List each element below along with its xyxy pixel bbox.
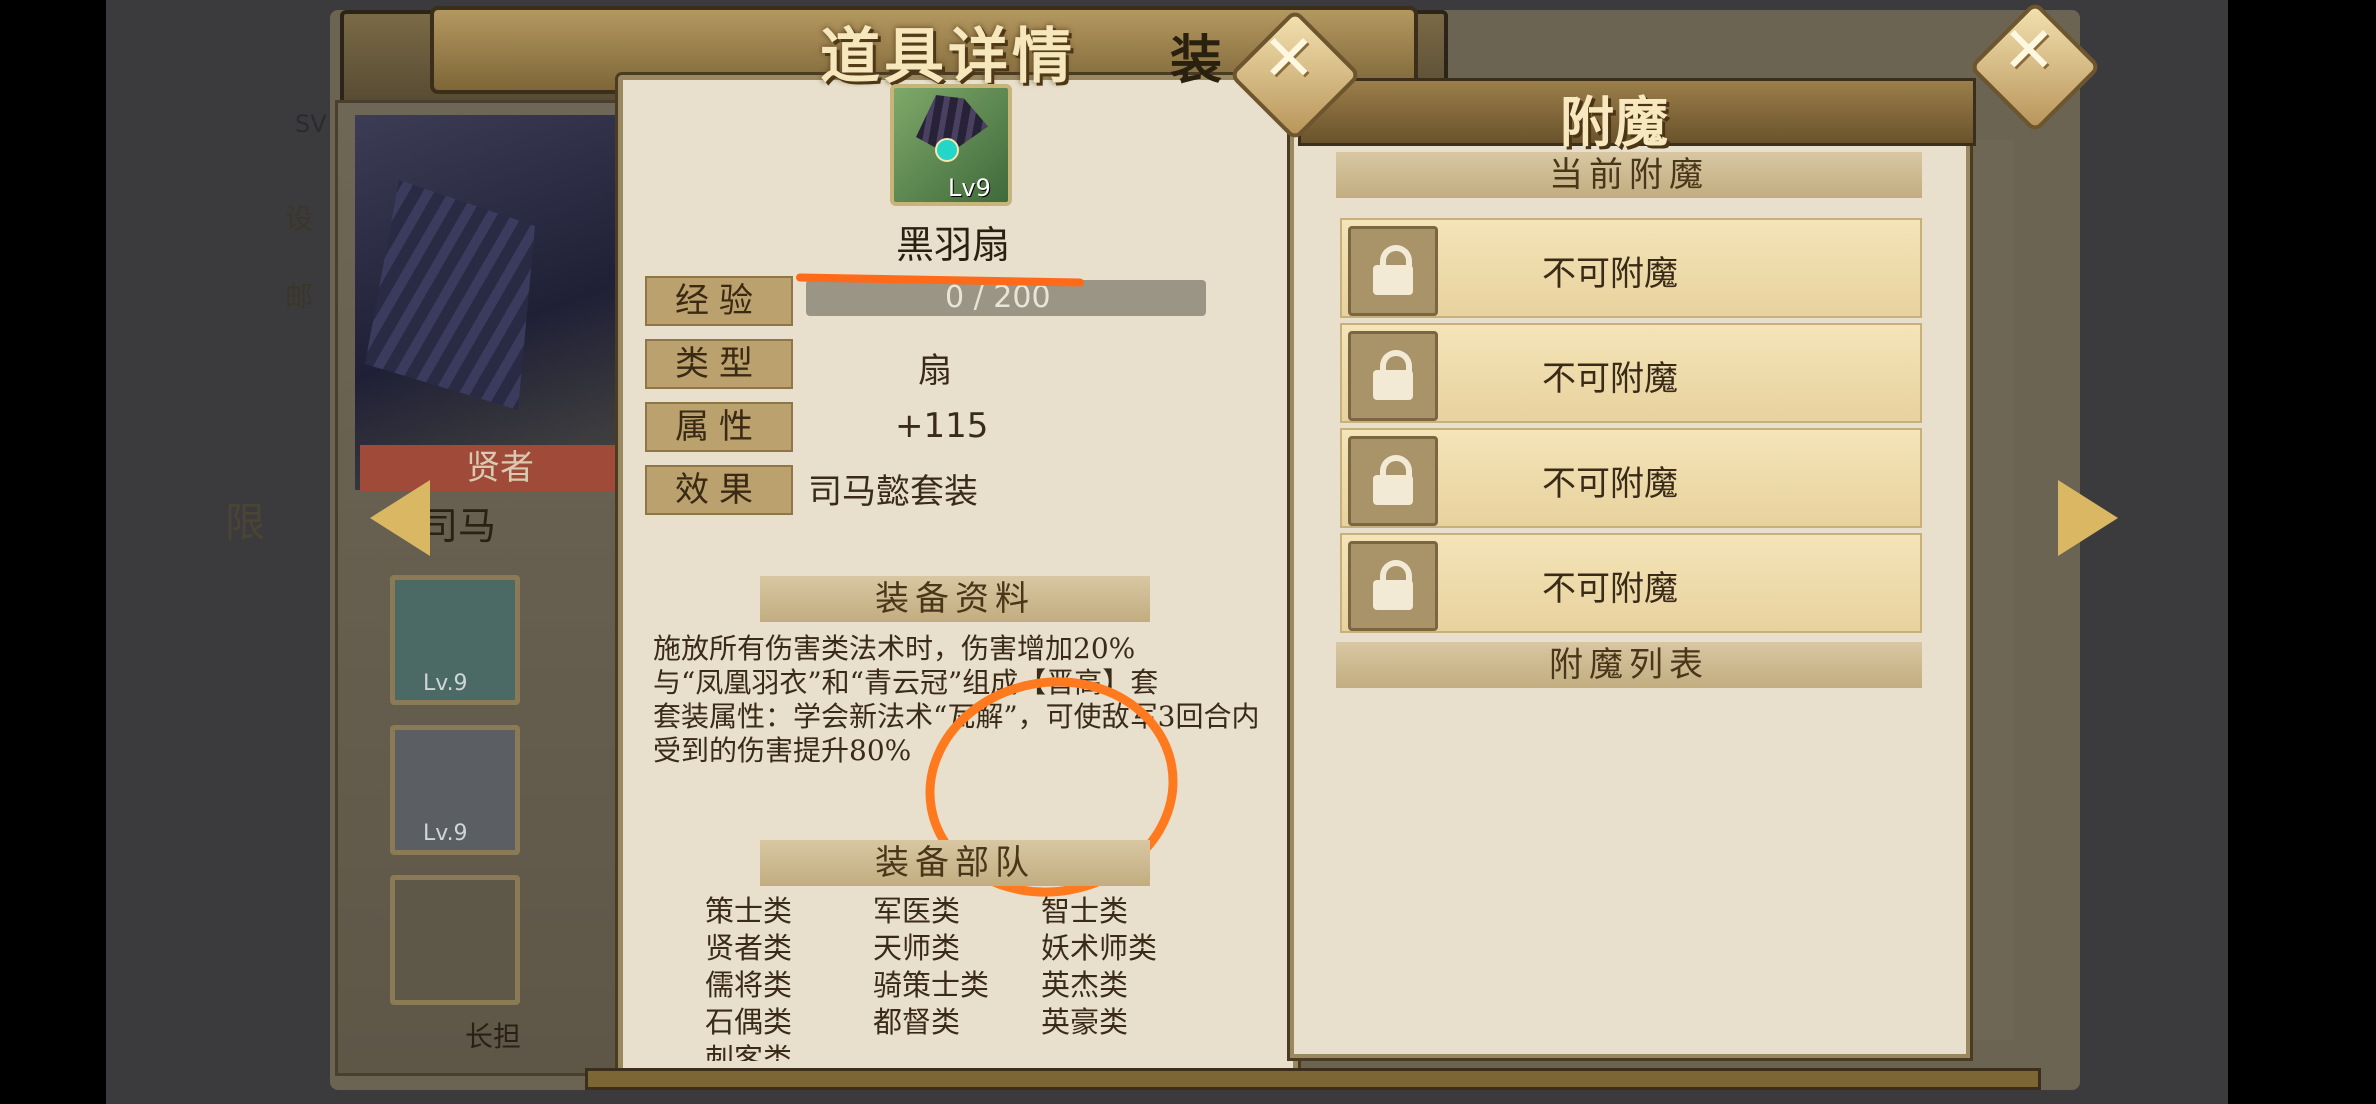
character-name: 司马 [420, 504, 497, 548]
job-class: 天师类 [873, 931, 961, 965]
enchant-slot[interactable]: 不可附魔 [1340, 218, 1922, 318]
job-row: 石偶类 都督类 英豪类 [705, 1004, 1225, 1041]
side-menu[interactable]: 设 邮 [285, 180, 325, 336]
current-enchant-banner: 当前附魔 [1336, 152, 1922, 198]
settings-shortcut[interactable]: 设 [285, 180, 325, 258]
job-row: 策士类 军医类 智士类 [705, 893, 1225, 930]
job-class: 军医类 [873, 894, 961, 928]
bottom-frame-bar [585, 1068, 2041, 1090]
enchant-title: 附魔 [1560, 90, 1668, 154]
equipment-slot-weapon[interactable]: Lv.9 [390, 575, 520, 705]
close-icon[interactable]: ✕ [1262, 22, 1316, 96]
enchant-slot-label: 不可附魔 [1542, 359, 1678, 399]
item-name: 黑羽扇 [896, 223, 1011, 267]
exp-label: 经验 [645, 276, 793, 326]
job-class: 骑策士类 [873, 968, 990, 1002]
enchant-slot[interactable]: 不可附魔 [1340, 323, 1922, 423]
lock-icon [1348, 436, 1438, 526]
enchant-slot-label: 不可附魔 [1542, 254, 1678, 294]
attribute-value: +115 [895, 406, 989, 446]
job-class: 策士类 [705, 894, 793, 928]
effect-value: 司马懿套装 [808, 472, 978, 512]
equipment-slot-empty[interactable] [390, 875, 520, 1005]
job-class: 都督类 [873, 1005, 961, 1039]
lock-icon [1348, 331, 1438, 421]
enchant-slot[interactable]: 不可附魔 [1340, 533, 1922, 633]
fan-gem-icon [935, 138, 959, 162]
job-class: 刺客类 [705, 1042, 793, 1061]
slot-level: Lv.9 [423, 671, 468, 696]
next-arrow-icon[interactable] [2058, 480, 2118, 556]
equipment-slot-armor[interactable]: Lv.9 [390, 725, 520, 855]
attribute-label: 属性 [645, 402, 793, 452]
description-line: 与“凤凰羽衣”和“青云冠”组成【晋高】套 [653, 666, 1159, 699]
detail-title-tail: 装 [1170, 30, 1223, 91]
equipment-info-banner: 装备资料 [760, 576, 1150, 622]
job-class: 儒将类 [705, 968, 793, 1002]
sv-label: SV [295, 110, 327, 138]
enchant-slot-label: 不可附魔 [1542, 464, 1678, 504]
mail-shortcut[interactable]: 邮 [285, 258, 325, 336]
job-row: 贤者类 天师类 妖术师类 [705, 930, 1225, 967]
equipment-jobs-banner: 装备部队 [760, 840, 1150, 886]
job-class: 石偶类 [705, 1005, 793, 1039]
bottom-caption: 长担 [465, 1020, 522, 1053]
enchant-list-banner: 附魔列表 [1336, 642, 1922, 688]
slot-level: Lv.9 [423, 821, 468, 846]
enchant-slot-label: 不可附魔 [1542, 569, 1678, 609]
job-class: 英杰类 [1041, 968, 1129, 1002]
type-label: 类型 [645, 339, 793, 389]
job-class: 智士类 [1041, 894, 1129, 928]
lock-icon [1348, 226, 1438, 316]
lock-icon [1348, 541, 1438, 631]
job-class: 贤者类 [705, 931, 793, 965]
previous-arrow-icon[interactable] [370, 480, 430, 556]
description-line: 施放所有伤害类法术时，伤害增加20% [653, 632, 1136, 665]
job-row: 儒将类 骑策士类 英杰类 [705, 967, 1225, 1004]
enchant-slot[interactable]: 不可附魔 [1340, 428, 1922, 528]
job-class: 英豪类 [1041, 1005, 1129, 1039]
detail-title: 道具详情 [820, 22, 1076, 92]
left-edge-text: 限 [225, 500, 265, 546]
effect-label: 效果 [645, 465, 793, 515]
job-list: 策士类 军医类 智士类 贤者类 天师类 妖术师类 儒将类 骑策士类 英杰类 石偶… [705, 893, 1225, 1061]
job-row: 刺客类 [705, 1041, 1225, 1061]
item-level: Lv9 [948, 174, 991, 202]
close-icon[interactable]: ✕ [2002, 14, 2056, 88]
job-class: 妖术师类 [1041, 931, 1158, 965]
type-value: 扇 [918, 351, 952, 391]
